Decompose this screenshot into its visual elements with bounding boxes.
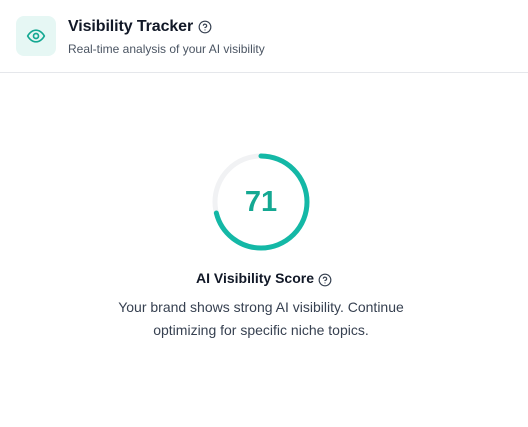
- score-label: AI Visibility Score: [195, 270, 314, 286]
- visibility-tracker-card: Visibility Tracker Real-time analysis of…: [0, 0, 528, 427]
- question-circle-icon[interactable]: [198, 20, 212, 34]
- score-label-row: AI Visibility Score: [0, 269, 528, 287]
- card-header: Visibility Tracker Real-time analysis of…: [0, 0, 528, 73]
- score-description: Your brand shows strong AI visibility. C…: [118, 299, 404, 338]
- card-body: 71 AI Visibility Score Your brand shows …: [0, 74, 528, 427]
- page-subtitle: Real-time analysis of your AI visibility: [68, 42, 265, 56]
- page-title: Visibility Tracker: [68, 18, 194, 35]
- question-circle-icon[interactable]: [318, 273, 332, 287]
- score-value: 71: [244, 185, 278, 218]
- score-gauge: 71: [210, 151, 312, 253]
- header-text: Visibility Tracker Real-time analysis of…: [68, 16, 265, 56]
- eye-icon: [16, 16, 56, 56]
- title-row: Visibility Tracker: [68, 17, 265, 37]
